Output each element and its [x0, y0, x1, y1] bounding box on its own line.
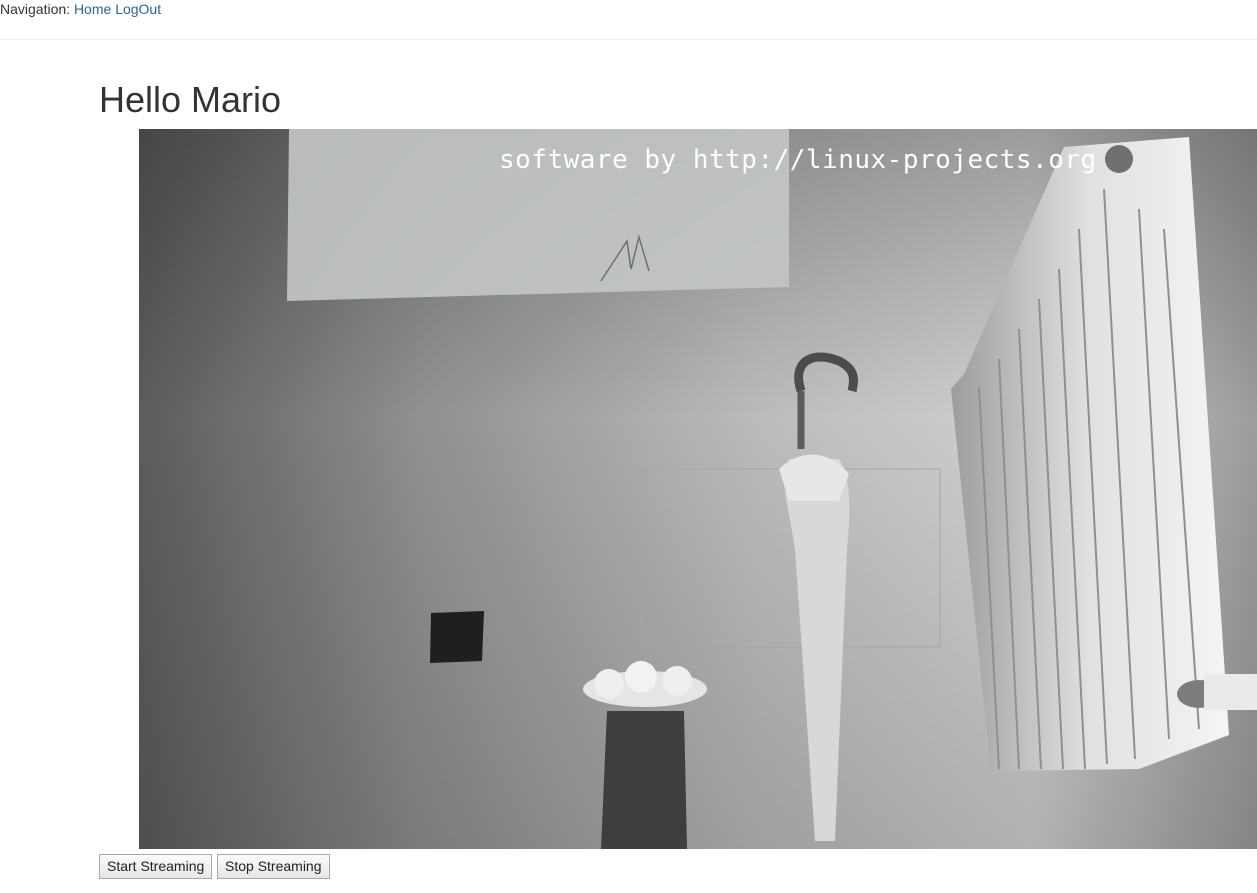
- page-title: Hello Mario: [99, 79, 282, 120]
- navigation-bar: Navigation: Home LogOut: [0, 0, 161, 20]
- stop-streaming-button[interactable]: Stop Streaming: [217, 854, 330, 879]
- stream-watermark-text: software by http://linux-projects.org: [499, 145, 1097, 175]
- nav-link-logout[interactable]: LogOut: [115, 1, 161, 17]
- nav-divider: [0, 39, 1257, 40]
- camera-frame-image: [139, 129, 1257, 849]
- nav-link-home[interactable]: Home: [74, 1, 111, 17]
- start-streaming-button[interactable]: Start Streaming: [99, 854, 213, 879]
- camera-stream: software by http://linux-projects.org: [139, 129, 1257, 849]
- navigation-label: Navigation:: [0, 1, 71, 17]
